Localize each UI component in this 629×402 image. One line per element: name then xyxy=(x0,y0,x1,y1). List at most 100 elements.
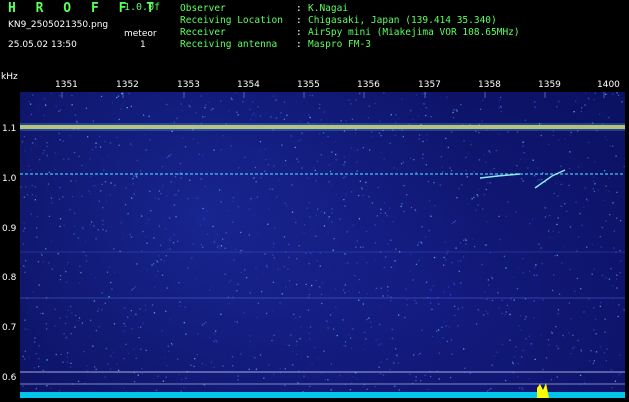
noise-speck xyxy=(165,376,167,378)
noise-speck xyxy=(320,293,323,296)
noise-speck xyxy=(418,241,420,243)
noise-speck xyxy=(389,207,391,209)
noise-speck xyxy=(406,304,408,306)
noise-speck xyxy=(180,390,182,392)
noise-speck xyxy=(273,242,275,245)
noise-speck xyxy=(272,246,274,249)
noise-speck xyxy=(348,99,350,101)
noise-speck xyxy=(46,359,48,361)
noise-speck xyxy=(457,260,459,262)
noise-speck xyxy=(573,346,576,348)
noise-speck xyxy=(595,351,598,353)
noise-speck xyxy=(522,349,524,352)
noise-speck xyxy=(232,200,234,203)
noise-speck xyxy=(465,156,467,159)
noise-speck xyxy=(132,183,134,185)
noise-speck xyxy=(204,116,206,118)
noise-speck xyxy=(183,386,185,388)
noise-speck xyxy=(62,140,64,142)
noise-speck xyxy=(316,260,318,262)
noise-speck xyxy=(491,276,493,278)
noise-speck xyxy=(518,325,520,327)
noise-speck xyxy=(486,298,488,300)
noise-speck xyxy=(130,310,132,312)
noise-speck xyxy=(140,326,142,328)
noise-speck xyxy=(50,92,52,95)
noise-speck xyxy=(24,271,26,273)
noise-speck xyxy=(201,324,204,326)
noise-speck xyxy=(605,185,607,187)
noise-speck xyxy=(421,226,423,228)
noise-speck xyxy=(541,262,543,265)
noise-speck xyxy=(125,187,127,189)
noise-speck xyxy=(378,344,380,346)
noise-speck xyxy=(344,175,347,177)
noise-speck xyxy=(184,306,186,308)
noise-speck xyxy=(173,204,176,206)
noise-speck xyxy=(59,187,61,189)
noise-speck xyxy=(405,174,407,176)
noise-speck xyxy=(593,176,595,178)
noise-speck xyxy=(178,173,180,175)
noise-speck xyxy=(540,334,542,336)
noise-speck xyxy=(440,342,442,344)
noise-speck xyxy=(95,146,97,148)
noise-speck xyxy=(556,254,558,257)
noise-speck xyxy=(108,266,110,268)
noise-speck xyxy=(428,229,430,232)
noise-speck xyxy=(172,242,175,244)
noise-speck xyxy=(20,238,22,240)
noise-speck xyxy=(519,158,522,160)
noise-speck xyxy=(240,231,242,234)
noise-speck xyxy=(73,151,76,154)
noise-speck xyxy=(175,194,177,196)
noise-speck xyxy=(594,183,596,185)
noise-speck xyxy=(296,158,298,160)
noise-speck xyxy=(42,152,44,154)
noise-speck xyxy=(92,120,95,122)
noise-speck xyxy=(311,94,313,97)
noise-speck xyxy=(23,265,25,267)
noise-speck xyxy=(467,203,469,205)
noise-speck xyxy=(116,96,118,99)
noise-speck xyxy=(23,135,25,138)
noise-speck xyxy=(488,389,490,391)
noise-speck xyxy=(383,266,385,269)
noise-speck xyxy=(325,201,327,204)
noise-speck xyxy=(536,274,538,276)
noise-speck xyxy=(498,307,500,309)
noise-speck xyxy=(58,390,61,392)
noise-speck xyxy=(189,179,191,181)
noise-speck xyxy=(425,114,427,117)
noise-speck xyxy=(414,299,416,302)
noise-speck xyxy=(136,263,138,265)
noise-speck xyxy=(420,241,422,243)
noise-speck xyxy=(367,117,370,119)
noise-speck xyxy=(71,195,74,198)
noise-speck xyxy=(249,108,251,111)
noise-speck xyxy=(442,337,444,339)
noise-speck xyxy=(55,105,57,107)
noise-speck xyxy=(64,322,67,324)
noise-speck xyxy=(356,149,359,151)
noise-speck xyxy=(269,188,271,190)
noise-speck xyxy=(441,326,443,328)
noise-speck xyxy=(335,159,337,161)
noise-speck xyxy=(351,118,354,120)
noise-speck xyxy=(224,247,226,249)
noise-speck xyxy=(288,243,290,246)
noise-speck xyxy=(481,120,483,122)
noise-speck xyxy=(528,335,531,337)
noise-speck xyxy=(516,287,519,290)
noise-speck xyxy=(267,223,269,225)
noise-speck xyxy=(540,178,543,181)
noise-speck xyxy=(335,153,337,156)
noise-speck xyxy=(285,205,288,207)
noise-speck xyxy=(517,267,519,269)
noise-speck xyxy=(240,249,242,252)
noise-speck xyxy=(46,385,48,387)
noise-speck xyxy=(110,182,112,184)
noise-speck xyxy=(581,224,583,226)
noise-speck xyxy=(196,197,198,199)
noise-speck xyxy=(75,180,77,182)
